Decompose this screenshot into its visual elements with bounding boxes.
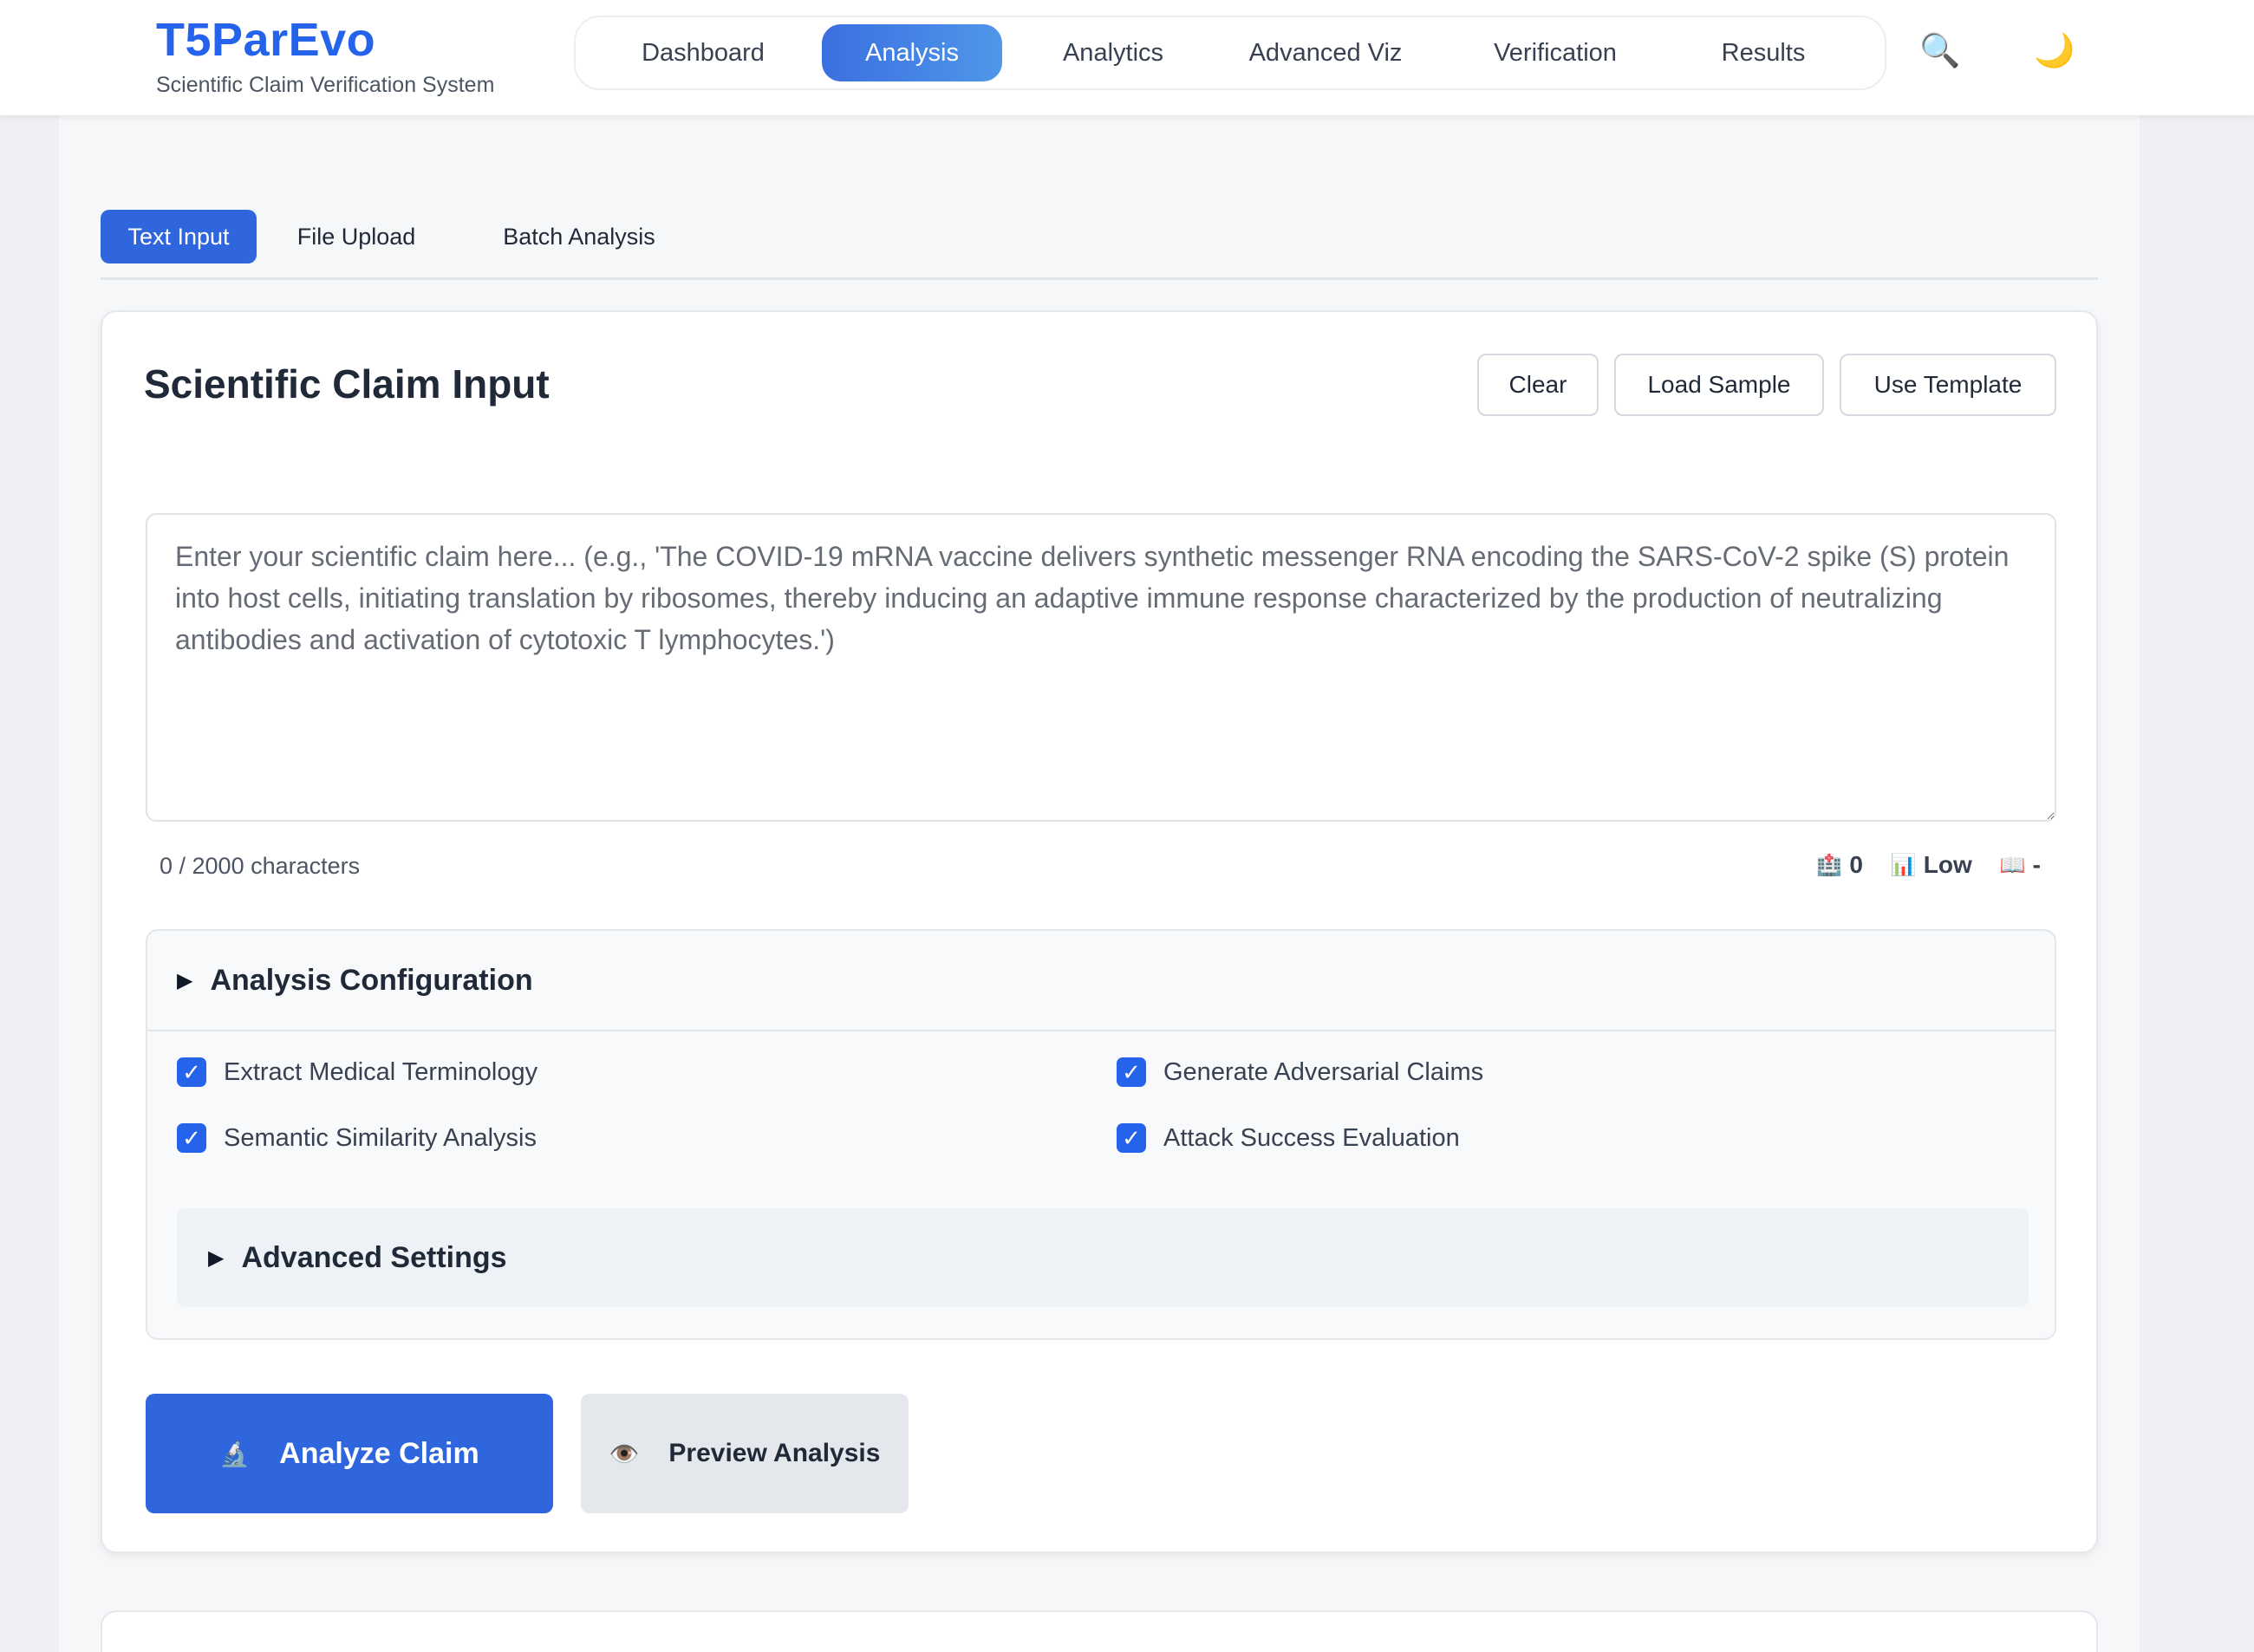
triangle-right-icon: ▶	[177, 968, 193, 992]
moon-icon[interactable]: 🌙	[2034, 31, 2075, 71]
option-label: Generate Adversarial Claims	[1163, 1057, 1484, 1086]
triangle-right-icon: ▶	[208, 1246, 225, 1270]
complexity-stat: 📊 Low	[1891, 851, 1972, 879]
eye-icon: 👁️	[609, 1440, 640, 1467]
option-attack-success-evaluation[interactable]: ✓ Attack Success Evaluation	[1117, 1123, 1460, 1153]
main-nav: Dashboard Analysis Analytics Advanced Vi…	[574, 16, 1886, 90]
advanced-settings-toggle[interactable]: ▶ Advanced Settings	[177, 1208, 2029, 1307]
claim-textarea[interactable]	[146, 513, 2056, 822]
search-icon[interactable]: 🔍	[1919, 31, 1960, 71]
tab-batch-analysis[interactable]: Batch Analysis	[475, 210, 683, 263]
secondary-card	[101, 1610, 2098, 1652]
option-label: Attack Success Evaluation	[1163, 1123, 1460, 1152]
input-tabs: Text Input File Upload Batch Analysis	[101, 210, 683, 263]
top-header: T5ParEvo Scientific Claim Verification S…	[0, 0, 2254, 116]
option-label: Semantic Similarity Analysis	[224, 1123, 537, 1152]
book-icon: 📖	[1999, 853, 2026, 877]
checkbox-checked-icon[interactable]: ✓	[177, 1057, 206, 1087]
character-count: 0 / 2000 characters	[160, 853, 361, 879]
nav-analytics[interactable]: Analytics	[1026, 24, 1200, 81]
checkbox-checked-icon[interactable]: ✓	[1117, 1123, 1146, 1153]
preview-analysis-label: Preview Analysis	[668, 1439, 881, 1467]
medical-terms-count: 0	[1849, 851, 1863, 878]
microscope-icon: 🔬	[219, 1440, 251, 1467]
analysis-configuration-panel: ▶ Analysis Configuration ✓ Extract Medic…	[146, 929, 2056, 1340]
load-sample-button[interactable]: Load Sample	[1614, 354, 1824, 416]
nav-advanced-viz[interactable]: Advanced Viz	[1217, 24, 1434, 81]
readability-stat: 📖 -	[2000, 851, 2041, 879]
hospital-icon: 🏥	[1816, 853, 1843, 877]
analysis-configuration-toggle[interactable]: ▶ Analysis Configuration	[147, 931, 2055, 1031]
checkbox-checked-icon[interactable]: ✓	[177, 1123, 206, 1153]
tab-file-upload[interactable]: File Upload	[257, 210, 456, 263]
use-template-button[interactable]: Use Template	[1840, 354, 2056, 416]
analysis-configuration-title: Analysis Configuration	[210, 963, 533, 997]
option-label: Extract Medical Terminology	[224, 1057, 538, 1086]
claim-stats: 🏥 0 📊 Low 📖 -	[1816, 851, 2041, 879]
advanced-settings-title: Advanced Settings	[241, 1240, 507, 1274]
brand[interactable]: T5ParEvo Scientific Claim Verification S…	[156, 12, 494, 98]
tab-text-input[interactable]: Text Input	[101, 210, 257, 263]
complexity-value: Low	[1923, 851, 1972, 878]
bar-chart-icon: 📊	[1890, 853, 1917, 877]
analyze-claim-button[interactable]: 🔬 Analyze Claim	[146, 1394, 553, 1513]
nav-results[interactable]: Results	[1677, 24, 1850, 81]
checkbox-checked-icon[interactable]: ✓	[1117, 1057, 1146, 1087]
medical-terms-stat: 🏥 0	[1816, 851, 1862, 879]
brand-subtitle: Scientific Claim Verification System	[156, 73, 495, 97]
option-semantic-similarity-analysis[interactable]: ✓ Semantic Similarity Analysis	[177, 1123, 537, 1153]
card-title: Scientific Claim Input	[144, 361, 550, 406]
claim-input-card: Scientific Claim Input Clear Load Sample…	[101, 310, 2098, 1553]
nav-dashboard[interactable]: Dashboard	[610, 24, 796, 81]
option-generate-adversarial-claims[interactable]: ✓ Generate Adversarial Claims	[1117, 1057, 1483, 1087]
option-extract-medical-terminology[interactable]: ✓ Extract Medical Terminology	[177, 1057, 537, 1087]
tabs-divider	[101, 277, 2098, 280]
readability-value: -	[2032, 851, 2041, 878]
brand-title[interactable]: T5ParEvo	[156, 12, 494, 68]
nav-verification[interactable]: Verification	[1451, 24, 1659, 81]
nav-analysis[interactable]: Analysis	[822, 24, 1002, 81]
preview-analysis-button[interactable]: 👁️ Preview Analysis	[581, 1394, 909, 1513]
analyze-claim-label: Analyze Claim	[279, 1436, 479, 1470]
clear-button[interactable]: Clear	[1477, 354, 1599, 416]
